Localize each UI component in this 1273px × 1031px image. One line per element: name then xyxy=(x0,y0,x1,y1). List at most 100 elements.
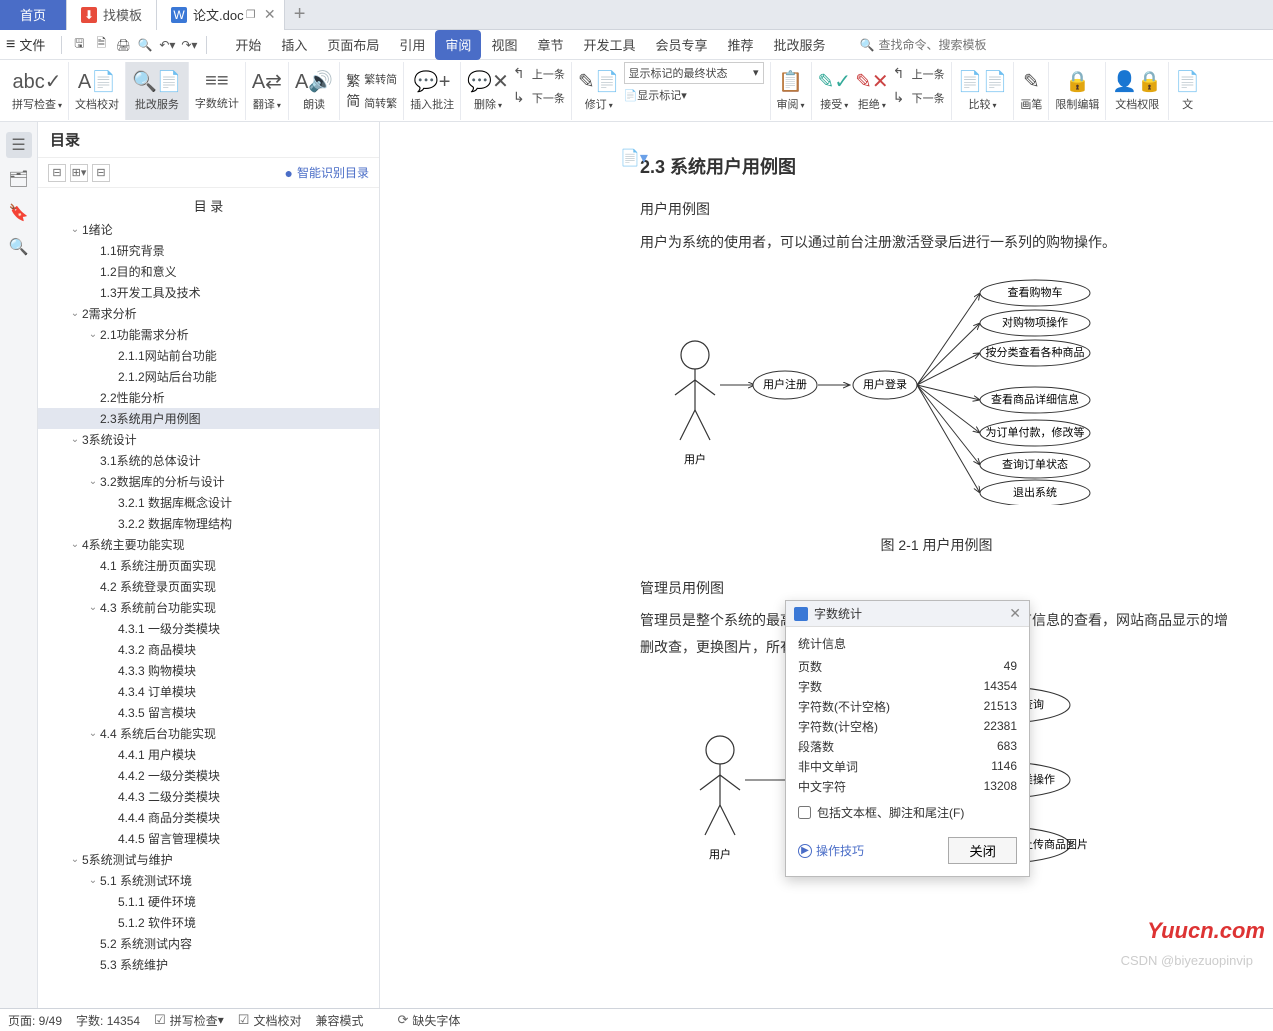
bookmark-list-button[interactable]: 🗂 xyxy=(6,166,32,192)
chevron-down-icon[interactable]: ⌄ xyxy=(68,854,82,865)
toc-item[interactable]: 1.3开发工具及技术 xyxy=(38,282,379,303)
track-changes-button[interactable]: ✎📄修订▾ xyxy=(578,62,624,120)
restore-window-icon[interactable]: ❐ xyxy=(246,8,256,21)
toc-item[interactable]: 2.1.2网站后台功能 xyxy=(38,366,379,387)
expand-level-button[interactable]: ⊞▾ xyxy=(70,164,88,182)
review-pane-button[interactable]: 📋审阅▾ xyxy=(771,62,812,120)
menu-tab-10[interactable]: 批改服务 xyxy=(764,30,836,60)
collapse-all-button[interactable]: ⊟ xyxy=(48,164,66,182)
chevron-down-icon[interactable]: ⌄ xyxy=(68,539,82,550)
translate-button[interactable]: A⇄翻译▾ xyxy=(246,62,289,120)
toc-item[interactable]: 4.2 系统登录页面实现 xyxy=(38,576,379,597)
bookmark-button[interactable]: 🔖 xyxy=(6,200,32,226)
toc-item[interactable]: 3.1系统的总体设计 xyxy=(38,450,379,471)
menu-tab-7[interactable]: 开发工具 xyxy=(573,30,645,60)
toc-item[interactable]: 4.4.4 商品分类模块 xyxy=(38,807,379,828)
simp-to-trad-button[interactable]: 简转繁 xyxy=(364,91,397,115)
toc-item[interactable]: ⌄5.1 系统测试环境 xyxy=(38,870,379,891)
chevron-down-icon[interactable]: ⌄ xyxy=(86,476,100,487)
trad-to-simp-button[interactable]: 繁转简 xyxy=(364,67,397,91)
include-textbox-checkbox-row[interactable]: 包括文本框、脚注和尾注(F) xyxy=(798,804,1017,821)
spellcheck-button[interactable]: abc✓拼写检查▾ xyxy=(6,62,69,120)
find-button[interactable]: 🔍 xyxy=(6,234,32,260)
toc-item[interactable]: ⌄4.4 系统后台功能实现 xyxy=(38,723,379,744)
accept-button[interactable]: ✎✓接受▾ xyxy=(818,62,856,120)
outline-tree[interactable]: 目 录 ⌄1绪论1.1研究背景1.2目的和意义1.3开发工具及技术⌄2需求分析⌄… xyxy=(38,188,379,1008)
toc-item[interactable]: 3.2.2 数据库物理结构 xyxy=(38,513,379,534)
smart-recognize-toc-button[interactable]: 智能识别目录 xyxy=(285,164,369,181)
save-as-icon[interactable]: 🗎 xyxy=(90,34,112,56)
correction-service-button[interactable]: 🔍📄批改服务 xyxy=(126,62,189,120)
protect-button[interactable]: 📄文 xyxy=(1169,62,1206,120)
doc-permission-button[interactable]: 👤🔒文档权限 xyxy=(1106,62,1169,120)
chevron-down-icon[interactable]: ⌄ xyxy=(68,434,82,445)
next-change-button[interactable]: ↳下一条 xyxy=(893,86,945,110)
expand-all-button[interactable]: ⊟ xyxy=(92,164,110,182)
chevron-down-icon[interactable]: ⌄ xyxy=(86,728,100,739)
toc-item[interactable]: ⌄1绪论 xyxy=(38,219,379,240)
toc-item[interactable]: 3.2.1 数据库概念设计 xyxy=(38,492,379,513)
toc-item[interactable]: 1.1研究背景 xyxy=(38,240,379,261)
toc-item[interactable]: 4.3.4 订单模块 xyxy=(38,681,379,702)
tips-link[interactable]: 操作技巧 xyxy=(798,842,864,859)
print-preview-icon[interactable]: 🔍 xyxy=(134,34,156,56)
redo-icon[interactable]: ↷▾ xyxy=(178,34,200,56)
menu-tab-6[interactable]: 章节 xyxy=(527,30,573,60)
toc-item[interactable]: 4.3.5 留言模块 xyxy=(38,702,379,723)
toc-item[interactable]: 4.4.1 用户模块 xyxy=(38,744,379,765)
tab-document[interactable]: W 论文.doc ❐ ✕ xyxy=(157,0,285,30)
hamburger-icon[interactable]: ≡ xyxy=(6,36,15,54)
close-button[interactable]: 关闭 xyxy=(948,837,1017,864)
reject-button[interactable]: ✎✕拒绝▾ xyxy=(855,62,893,120)
restrict-edit-button[interactable]: 🔒限制编辑 xyxy=(1049,62,1106,120)
toc-item[interactable]: ⌄3.2数据库的分析与设计 xyxy=(38,471,379,492)
toc-item[interactable]: 4.3.3 购物模块 xyxy=(38,660,379,681)
doc-proof-button[interactable]: A📄文档校对 xyxy=(69,62,126,120)
delete-comment-button[interactable]: 💬✕删除▾ xyxy=(467,62,513,120)
next-comment-button[interactable]: ↳下一条 xyxy=(513,86,565,110)
menu-tab-9[interactable]: 推荐 xyxy=(718,30,764,60)
status-missing-font[interactable]: ⟳缺失字体 xyxy=(397,1012,460,1029)
toc-item[interactable]: ⌄4系统主要功能实现 xyxy=(38,534,379,555)
search-input[interactable] xyxy=(878,38,1018,52)
toc-item[interactable]: 4.4.5 留言管理模块 xyxy=(38,828,379,849)
outline-panel-button[interactable]: ☰ xyxy=(6,132,32,158)
toc-item[interactable]: 5.1.2 软件环境 xyxy=(38,912,379,933)
toc-item[interactable]: 2.3系统用户用例图 xyxy=(38,408,379,429)
status-wordcount[interactable]: 字数: 14354 xyxy=(76,1012,140,1029)
prev-change-button[interactable]: ↰上一条 xyxy=(893,62,945,86)
chevron-down-icon[interactable]: ⌄ xyxy=(86,602,100,613)
toc-item[interactable]: 4.1 系统注册页面实现 xyxy=(38,555,379,576)
track-display-dropdown[interactable]: 显示标记的最终状态▾ xyxy=(624,62,764,84)
status-spellcheck[interactable]: ☑拼写检查 ▾ xyxy=(154,1012,224,1029)
toc-root-label[interactable]: 目 录 xyxy=(38,192,379,219)
chevron-down-icon[interactable]: ⌄ xyxy=(68,308,82,319)
toc-item[interactable]: 5.1.1 硬件环境 xyxy=(38,891,379,912)
insert-comment-button[interactable]: 💬+插入批注 xyxy=(404,62,461,120)
toc-item[interactable]: 1.2目的和意义 xyxy=(38,261,379,282)
save-icon[interactable]: 🖫 xyxy=(68,34,90,56)
toc-item[interactable]: 4.4.3 二级分类模块 xyxy=(38,786,379,807)
read-aloud-button[interactable]: A🔊朗读 xyxy=(289,62,340,120)
status-page[interactable]: 页面: 9/49 xyxy=(8,1012,62,1029)
close-dialog-button[interactable]: ✕ xyxy=(1009,605,1021,622)
toc-item[interactable]: ⌄2需求分析 xyxy=(38,303,379,324)
menu-tab-4[interactable]: 审阅 xyxy=(435,30,481,60)
prev-comment-button[interactable]: ↰上一条 xyxy=(513,62,565,86)
menu-tab-5[interactable]: 视图 xyxy=(481,30,527,60)
print-icon[interactable]: 🖨 xyxy=(112,34,134,56)
menu-tab-0[interactable]: 开始 xyxy=(225,30,271,60)
file-menu[interactable]: 文件 xyxy=(19,35,45,54)
toc-item[interactable]: ⌄2.1功能需求分析 xyxy=(38,324,379,345)
menu-tab-3[interactable]: 引用 xyxy=(389,30,435,60)
toc-item[interactable]: ⌄3系统设计 xyxy=(38,429,379,450)
toc-item[interactable]: 4.3.1 一级分类模块 xyxy=(38,618,379,639)
show-marks-button[interactable]: 📄显示标记▾ xyxy=(624,87,764,103)
status-compat[interactable]: 兼容模式 xyxy=(315,1012,363,1029)
menu-tab-1[interactable]: 插入 xyxy=(271,30,317,60)
undo-icon[interactable]: ↶▾ xyxy=(156,34,178,56)
compare-button[interactable]: 📄📄比较▾ xyxy=(952,62,1015,120)
toc-item[interactable]: 4.3.2 商品模块 xyxy=(38,639,379,660)
command-search[interactable]: 🔍 xyxy=(860,38,1019,52)
tab-home[interactable]: 首页 xyxy=(0,0,67,30)
